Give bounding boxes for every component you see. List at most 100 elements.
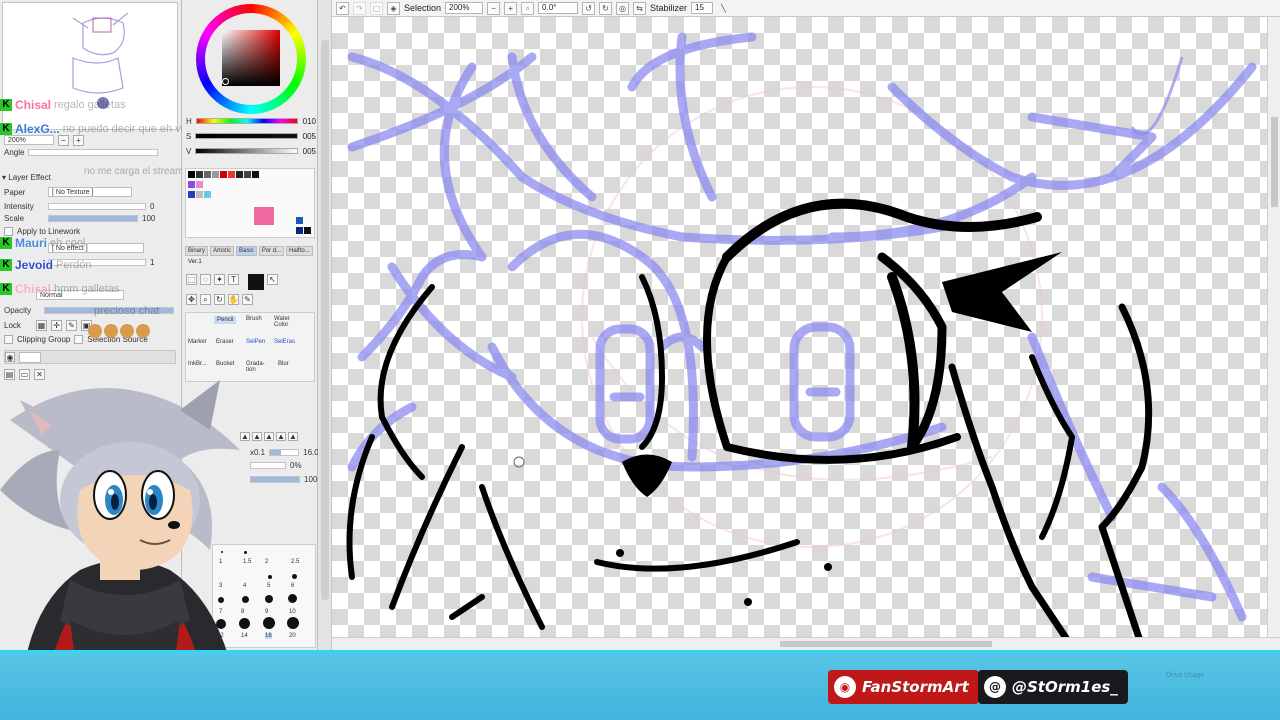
swatch[interactable] [228,171,235,178]
tool-selpen[interactable]: SelPen [246,339,265,345]
apply-linework-checkbox[interactable] [4,226,13,236]
brush-shape-icon[interactable]: ▲ [288,432,298,441]
redo-icon[interactable]: ↷ [353,1,366,15]
zoom-minus-icon[interactable]: − [58,134,69,146]
deselect-icon[interactable]: ▢ [370,1,383,15]
hue-slider[interactable] [195,118,298,124]
rotate-reset-icon[interactable]: ◎ [616,1,630,15]
canvas-vertical-scrollbar[interactable] [1267,17,1280,637]
swatch[interactable] [304,227,311,234]
brush-size-option[interactable]: 20 [289,633,296,639]
density-slider[interactable] [250,475,300,483]
selection-source-checkbox[interactable] [74,334,84,344]
text-tool-icon[interactable]: T [228,274,239,285]
lasso-icon[interactable]: ◌ [200,274,211,285]
eyedropper-icon[interactable]: ✎ [242,294,253,305]
paper-select[interactable]: [ No Texture ] [48,187,132,197]
brush-shape-icon[interactable]: ▲ [264,432,274,441]
panel-scrollbar[interactable] [318,0,332,650]
swatch[interactable] [244,171,251,178]
tool-tab-por[interactable]: Por d... [258,246,285,256]
swatch[interactable] [196,191,203,198]
new-layer-icon[interactable]: ▤ [4,368,15,380]
swatch[interactable] [188,171,195,178]
lock-pixel-icon[interactable]: ▦ [36,319,47,331]
tool-gradation[interactable]: Grada-tion [246,361,268,373]
rotate-right-icon[interactable]: ↻ [599,1,613,15]
brush-size-option[interactable]: 5 [267,583,270,589]
swatch[interactable] [252,171,259,178]
swatch[interactable] [236,171,243,178]
color-sv-square[interactable] [222,30,280,86]
select-rect-icon[interactable]: ⬚ [186,274,197,285]
tool-eraser[interactable]: Eraser [216,339,234,345]
tool-brush[interactable]: Brush [246,316,262,322]
brush-size-slider[interactable] [269,448,300,456]
brush-size-option[interactable]: 2 [265,559,268,565]
vertical-scroll-thumb[interactable] [1271,117,1278,207]
rotate-left-icon[interactable]: ↺ [582,1,596,15]
angle-slider[interactable] [28,148,159,156]
panel-scroll-thumb[interactable] [321,40,329,600]
zoom-reset-icon[interactable]: ▫ [521,1,535,15]
tool-tab-artistic[interactable]: Artistic [210,246,235,256]
tool-pencil[interactable]: Pencil [214,316,237,324]
stabilizer-select[interactable]: 15 [691,2,714,14]
zoom-out-icon[interactable]: − [487,1,501,15]
tool-inkbrush[interactable]: InkBr... [188,361,207,367]
swatch[interactable] [188,191,195,198]
brush-size-option[interactable]: 9 [265,609,268,615]
swatch[interactable] [188,181,195,188]
clipping-group-checkbox[interactable] [4,334,13,344]
tool-tab-halftone[interactable]: Halfto... [286,246,313,256]
brush-size-option[interactable]: 6 [291,583,294,589]
rotate-icon[interactable]: ↻ [214,294,225,305]
zoom-icon[interactable]: ⌕ [200,294,211,305]
tool-bucket[interactable]: Bucket [216,361,234,367]
nav-zoom-field[interactable]: 200% [4,135,54,145]
current-color-swatch[interactable] [248,274,264,290]
layer-visibility-icon[interactable]: ◉ [5,352,15,362]
swatch[interactable] [212,171,219,178]
tool-seleras[interactable]: SelEras [274,339,295,345]
brush-size-option[interactable]: 10 [289,609,296,615]
layer-row[interactable]: ◉ [4,350,176,364]
tool-marker[interactable]: Marker [188,339,207,345]
zoom-in-icon[interactable]: + [504,1,518,15]
color-wheel[interactable] [196,4,306,114]
swatch[interactable] [196,181,203,188]
move-icon[interactable]: ✥ [186,294,197,305]
rotation-select[interactable]: 0.0° [538,2,579,14]
straight-line-icon[interactable]: ╲ [717,2,730,15]
zoom-plus-icon[interactable]: + [73,134,84,146]
delete-layer-icon[interactable]: ✕ [34,368,45,380]
flip-horizontal-icon[interactable]: ⇆ [633,1,647,15]
lock-move-icon[interactable]: ✛ [51,319,62,331]
swatch[interactable] [220,171,227,178]
canvas-horizontal-scrollbar[interactable] [332,637,1280,649]
selection-visibility-icon[interactable]: ◈ [387,1,400,15]
brush-size-option-selected[interactable]: 16 [265,633,272,639]
brush-shape-icon[interactable]: ▲ [276,432,286,441]
scale-slider[interactable] [48,214,138,222]
tool-water-color[interactable]: Water Color [274,316,298,328]
magic-wand-icon[interactable]: ✦ [214,274,225,285]
brush-size-option[interactable]: 2.5 [291,559,299,565]
value-slider[interactable] [195,148,298,154]
new-folder-icon[interactable]: ▭ [19,368,30,380]
swatch[interactable] [296,227,303,234]
cursor-icon[interactable]: ↖ [267,274,278,285]
swatch-large[interactable] [254,207,274,225]
intensity-slider[interactable] [48,202,146,210]
horizontal-scroll-thumb[interactable] [780,641,992,647]
undo-icon[interactable]: ↶ [336,1,349,15]
lock-paint-icon[interactable]: ✎ [66,319,77,331]
saturation-slider[interactable] [195,133,298,139]
drawing-canvas[interactable] [332,17,1267,637]
tool-tab-binary[interactable]: Binary [185,246,209,256]
swatch[interactable] [204,191,211,198]
layer-effect-title[interactable]: ▾ Layer Effect [2,173,51,182]
swatch[interactable] [204,171,211,178]
brush-shape-icon[interactable]: ▲ [252,432,262,441]
tool-tab-basic[interactable]: Basic [236,246,257,256]
